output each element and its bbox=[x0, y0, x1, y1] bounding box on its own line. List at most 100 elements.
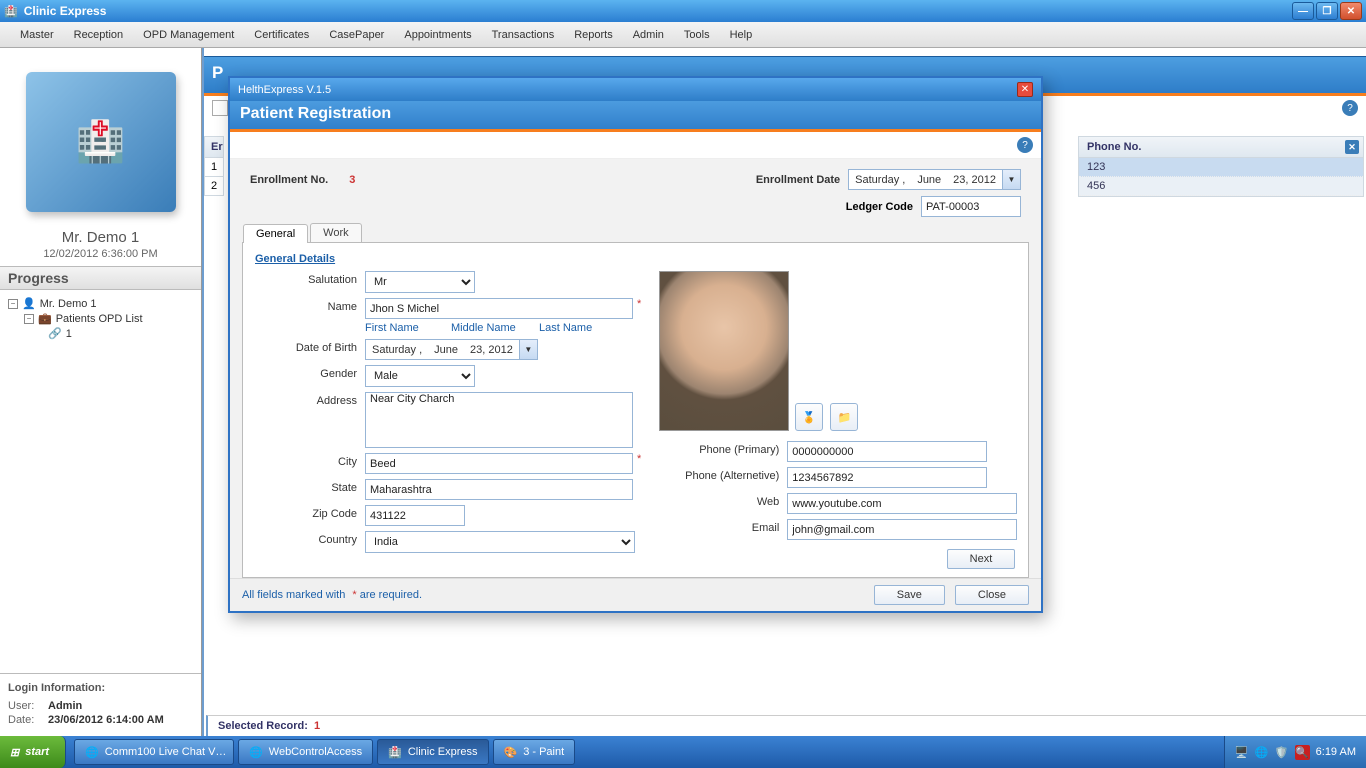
address-textarea[interactable]: Near City Charch bbox=[365, 392, 633, 448]
task-comm100[interactable]: 🌐Comm100 Live Chat V… bbox=[74, 739, 234, 765]
section-general-details[interactable]: General Details bbox=[255, 251, 335, 271]
menu-help[interactable]: Help bbox=[720, 25, 763, 45]
dialog-toolbar: ? bbox=[230, 132, 1041, 159]
tab-work[interactable]: Work bbox=[310, 223, 361, 242]
close-button[interactable]: ✕ bbox=[1340, 2, 1362, 20]
email-input[interactable] bbox=[787, 519, 1017, 540]
tab-general[interactable]: General bbox=[243, 224, 308, 243]
dialog-close-icon[interactable]: ✕ bbox=[1017, 82, 1033, 97]
globe-icon: 🌐 bbox=[85, 746, 99, 759]
hospital-name: Mr. Demo 1 bbox=[0, 223, 201, 248]
bg-row[interactable]: 1 bbox=[204, 158, 224, 177]
background-grid: Er 1 2 bbox=[204, 136, 224, 196]
ledger-code-input[interactable] bbox=[921, 196, 1021, 217]
menu-transactions[interactable]: Transactions bbox=[482, 25, 565, 45]
login-info-title: Login Information: bbox=[8, 682, 193, 694]
bg-row[interactable]: 2 bbox=[204, 177, 224, 196]
shield-icon[interactable]: 🛡️ bbox=[1275, 745, 1289, 759]
start-button[interactable]: ⊞ start bbox=[0, 736, 66, 768]
user-label: User: bbox=[8, 700, 48, 712]
dob-label: Date of Birth bbox=[255, 339, 365, 354]
hospital-icon: 🏥 bbox=[26, 72, 176, 212]
phone-alt-input[interactable] bbox=[787, 467, 987, 488]
gender-select[interactable]: Male bbox=[365, 365, 475, 387]
task-clinic-express[interactable]: 🏥Clinic Express bbox=[377, 739, 488, 765]
city-label: City bbox=[255, 453, 365, 468]
chevron-down-icon[interactable]: ▼ bbox=[519, 340, 537, 359]
strip-letter: P bbox=[212, 63, 223, 83]
city-input[interactable] bbox=[365, 453, 633, 474]
dialog-title: HelthExpress V.1.5 bbox=[238, 84, 331, 96]
monitor-icon[interactable]: 🖥️ bbox=[1235, 745, 1249, 759]
menu-opd-management[interactable]: OPD Management bbox=[133, 25, 244, 45]
phone-row[interactable]: 456 bbox=[1079, 177, 1363, 196]
clock[interactable]: 6:19 AM bbox=[1316, 746, 1356, 758]
menu-reports[interactable]: Reports bbox=[564, 25, 623, 45]
name-input[interactable] bbox=[365, 298, 633, 319]
country-select[interactable]: India bbox=[365, 531, 635, 553]
enrollment-no-label: Enrollment No. bbox=[250, 174, 328, 186]
required-mark: * bbox=[637, 298, 641, 310]
tab-content-general: General Details Salutation Mr Name * bbox=[242, 242, 1029, 578]
tree-patients-opd[interactable]: − 💼 Patients OPD List bbox=[8, 311, 193, 326]
web-input[interactable] bbox=[787, 493, 1017, 514]
app-titlebar: 🏥 Clinic Express — ❐ ✕ bbox=[0, 0, 1366, 22]
next-button[interactable]: Next bbox=[947, 549, 1016, 569]
help-icon[interactable]: ? bbox=[1017, 137, 1033, 153]
web-label: Web bbox=[659, 493, 787, 508]
paint-icon: 🎨 bbox=[504, 746, 518, 759]
hospital-image-box: 🏥 bbox=[0, 48, 201, 223]
phone-primary-input[interactable] bbox=[787, 441, 987, 462]
address-label: Address bbox=[255, 392, 365, 407]
zip-label: Zip Code bbox=[255, 505, 365, 520]
required-note: All fields marked with * are required. bbox=[242, 589, 422, 601]
minimize-button[interactable]: — bbox=[1292, 2, 1314, 20]
menu-tools[interactable]: Tools bbox=[674, 25, 720, 45]
enrollment-date-label: Enrollment Date bbox=[756, 174, 840, 186]
menu-casepaper[interactable]: CasePaper bbox=[319, 25, 394, 45]
folder-icon[interactable]: 📁 bbox=[830, 403, 858, 431]
menu-appointments[interactable]: Appointments bbox=[394, 25, 481, 45]
enrollment-no-value: 3 bbox=[349, 174, 355, 186]
phone-row[interactable]: 123 bbox=[1079, 158, 1363, 177]
tree-root[interactable]: − 👤 Mr. Demo 1 bbox=[8, 296, 193, 311]
chevron-down-icon[interactable]: ▼ bbox=[1002, 170, 1020, 189]
maximize-button[interactable]: ❐ bbox=[1316, 2, 1338, 20]
patient-photo bbox=[659, 271, 789, 431]
salutation-select[interactable]: Mr bbox=[365, 271, 475, 293]
phone-col-header[interactable]: Phone No. ✕ bbox=[1079, 137, 1363, 158]
save-button[interactable]: Save bbox=[874, 585, 945, 605]
phone-col-close-icon[interactable]: ✕ bbox=[1345, 140, 1359, 154]
close-button[interactable]: Close bbox=[955, 585, 1029, 605]
network-icon[interactable]: 🌐 bbox=[1255, 745, 1269, 759]
briefcase-icon: 💼 bbox=[38, 312, 52, 325]
search-icon[interactable]: 🔍 bbox=[1295, 745, 1310, 760]
task-paint[interactable]: 🎨3 - Paint bbox=[493, 739, 576, 765]
award-icon[interactable]: 🏅 bbox=[795, 403, 823, 431]
gender-label: Gender bbox=[255, 365, 365, 380]
name-label: Name bbox=[255, 298, 365, 313]
help-icon[interactable]: ? bbox=[1342, 100, 1358, 116]
collapse-icon[interactable]: − bbox=[24, 314, 34, 324]
tree-leaf[interactable]: 🔗 1 bbox=[8, 326, 193, 341]
page-icon[interactable] bbox=[212, 100, 228, 116]
user-value: Admin bbox=[48, 700, 82, 712]
menu-master[interactable]: Master bbox=[10, 25, 64, 45]
state-label: State bbox=[255, 479, 365, 494]
date-value: 23/06/2012 6:14:00 AM bbox=[48, 714, 164, 726]
dialog-body: Enrollment No. 3 Enrollment Date Saturda… bbox=[230, 159, 1041, 578]
enrollment-date-picker[interactable]: Saturday , June 23, 2012 ▼ bbox=[848, 169, 1021, 190]
dob-picker[interactable]: Saturday , June 23, 2012 ▼ bbox=[365, 339, 538, 360]
windows-icon: ⊞ bbox=[10, 746, 19, 759]
state-input[interactable] bbox=[365, 479, 633, 500]
menu-reception[interactable]: Reception bbox=[64, 25, 134, 45]
zip-input[interactable] bbox=[365, 505, 465, 526]
phone-primary-label: Phone (Primary) bbox=[659, 441, 787, 456]
dialog-titlebar[interactable]: HelthExpress V.1.5 ✕ bbox=[230, 78, 1041, 101]
menu-admin[interactable]: Admin bbox=[623, 25, 674, 45]
collapse-icon[interactable]: − bbox=[8, 299, 18, 309]
task-webcontrol[interactable]: 🌐WebControlAccess bbox=[238, 739, 373, 765]
progress-tree: − 👤 Mr. Demo 1 − 💼 Patients OPD List 🔗 1 bbox=[0, 290, 201, 673]
hospital-icon: 🏥 bbox=[388, 746, 402, 759]
menu-certificates[interactable]: Certificates bbox=[244, 25, 319, 45]
